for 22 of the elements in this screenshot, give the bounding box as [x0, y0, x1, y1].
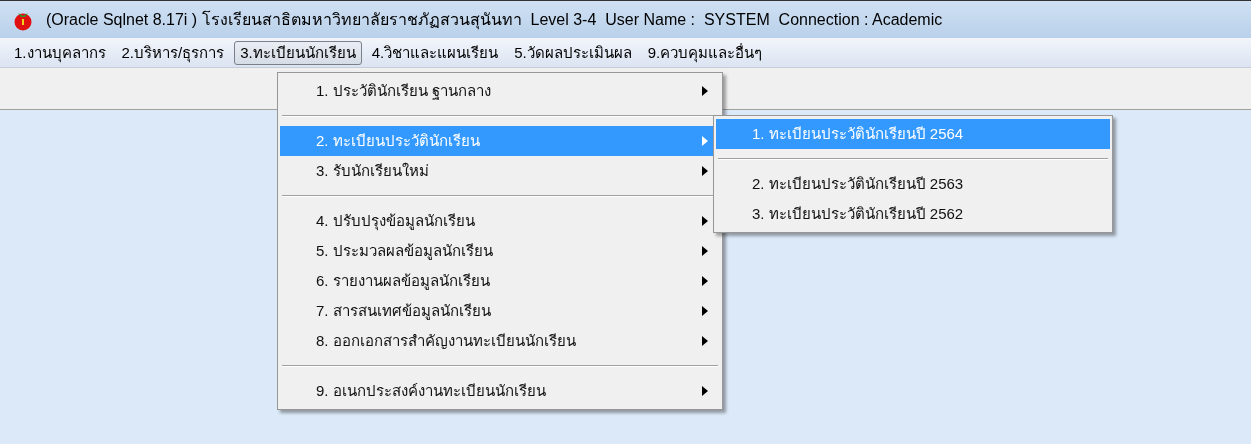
- submenu-arrow-icon: [702, 246, 708, 256]
- menu-item[interactable]: 5. ประมวลผลข้อมูลนักเรียน: [280, 236, 720, 266]
- submenu-arrow-icon: [702, 216, 708, 226]
- submenu-arrow-icon: [702, 136, 708, 146]
- menu-item[interactable]: 1. ประวัตินักเรียน ฐานกลาง: [280, 76, 720, 106]
- menu-item[interactable]: 9. อเนกประสงค์งานทะเบียนนักเรียน: [280, 376, 720, 406]
- window-title: (Oracle Sqlnet 8.17i ) โรงเรียนสาธิตมหาวิทยาลัยราชภัฏสวนสุนันทา Level 3-4 User Name : SYSTEM Connection : Academic: [46, 9, 943, 32]
- menu-item[interactable]: 6. รายงานผลข้อมูลนักเรียน: [280, 266, 720, 296]
- submenu-arrow-icon: [702, 276, 708, 286]
- submenu-arrow-icon: [702, 86, 708, 96]
- menu-bar-item[interactable]: 4.วิชาและแผนเรียน: [365, 40, 505, 65]
- menu-bar-item[interactable]: 5.วัดผลประเมินผล: [508, 40, 638, 65]
- menu-bar-item[interactable]: 2.บริหาร/ธุรการ: [115, 40, 231, 65]
- submenu-arrow-icon: [702, 306, 708, 316]
- submenu-arrow-icon: [702, 166, 708, 176]
- menu-item[interactable]: 8. ออกเอกสารสำคัญงานทะเบียนนักเรียน: [280, 326, 720, 356]
- menu-bar-item[interactable]: 3.ทะเบียนนักเรียน: [234, 40, 362, 65]
- submenu-arrow-icon: [702, 336, 708, 346]
- submenu-arrow-icon: [702, 386, 708, 396]
- menu-bar-item[interactable]: 9.ควบคุมและอื่นๆ: [641, 40, 769, 65]
- menu-item[interactable]: 7. สารสนเทศข้อมูลนักเรียน: [280, 296, 720, 326]
- menu-bar-item[interactable]: 1.งานบุคลากร: [8, 40, 112, 65]
